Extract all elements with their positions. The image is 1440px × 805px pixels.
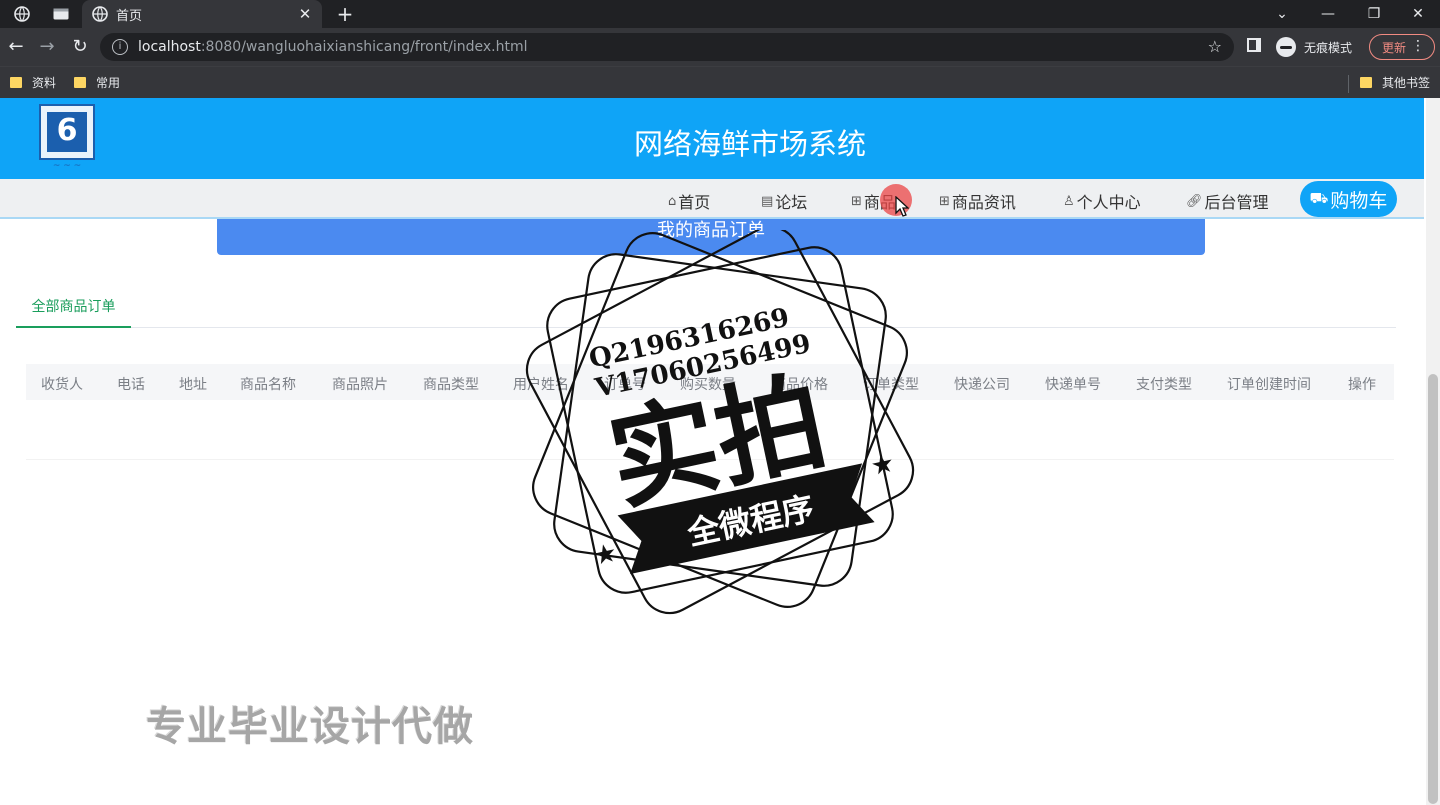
site-title: 网络海鲜市场系统: [633, 127, 866, 161]
browser-toolbar: ← → ↻ i localhost:8080/wangluohaixianshi…: [0, 28, 1440, 66]
bookmark-folder-ziliao[interactable]: 资料: [10, 74, 56, 91]
column-header: 商品照片: [332, 377, 388, 393]
folder-icon: [74, 77, 86, 88]
column-header: 操作: [1348, 377, 1376, 393]
tab-close-icon[interactable]: ✕: [296, 5, 314, 23]
nav-label: 论坛: [775, 193, 808, 212]
tab-all-orders[interactable]: 全部商品订单: [16, 294, 131, 328]
folder-icon: [10, 77, 22, 88]
window-close-icon[interactable]: ✕: [1396, 0, 1440, 28]
watermark-stamp: Q2196316269 V17060256499 实拍 全微程序 ★ ★: [525, 230, 915, 615]
site-header: 6 ~ ~ ~ 网络海鲜市场系统: [0, 98, 1424, 179]
document-icon: ▤: [761, 193, 774, 209]
column-header: 快递单号: [1045, 377, 1101, 393]
update-button[interactable]: 更新 ⋮: [1369, 34, 1435, 60]
update-label: 更新: [1382, 40, 1407, 55]
bookmark-label: 常用: [96, 76, 121, 90]
nav-item-admin[interactable]: 🔗︎ 后台管理: [1186, 189, 1269, 213]
browser-tab-active[interactable]: 首页 ✕: [82, 0, 322, 28]
nav-label: 商品资讯: [951, 193, 1016, 212]
nav-item-forum[interactable]: ▤ 论坛: [761, 189, 807, 213]
column-header: 订单创建时间: [1227, 377, 1311, 393]
side-panel-icon[interactable]: [1247, 38, 1261, 52]
tab-search-icon[interactable]: [48, 3, 74, 25]
link-icon: 🔗︎: [1186, 193, 1203, 209]
nav-item-profile[interactable]: ♙ 个人中心: [1063, 189, 1141, 213]
grid-icon: ⊞: [939, 193, 950, 209]
forward-arrow-icon[interactable]: →: [36, 36, 58, 58]
incognito-indicator[interactable]: 无痕模式: [1276, 37, 1352, 57]
page-scrollbar[interactable]: [1426, 98, 1440, 805]
gift-icon: ⊞: [851, 193, 862, 209]
address-bar[interactable]: i localhost:8080/wangluohaixianshicang/f…: [100, 33, 1234, 61]
url-path: :8080/wangluohaixianshicang/front/index.…: [200, 39, 528, 55]
minimize-icon[interactable]: —: [1306, 0, 1350, 28]
browser-tab-strip: 首页 ✕ + ⌄ — ❐ ✕: [0, 0, 1440, 28]
nav-label: 个人中心: [1076, 193, 1141, 212]
nav-item-news[interactable]: ⊞ 商品资讯: [939, 189, 1016, 213]
column-header: 电话: [117, 377, 145, 393]
site-info-icon[interactable]: i: [112, 39, 128, 55]
column-header: 地址: [179, 377, 207, 393]
back-arrow-icon[interactable]: ←: [5, 36, 27, 58]
column-header: 支付类型: [1136, 377, 1192, 393]
reload-icon[interactable]: ↻: [69, 36, 91, 58]
home-icon: ⌂: [668, 193, 677, 209]
bookmark-label: 资料: [32, 76, 57, 90]
nav-item-home[interactable]: ⌂ 首页: [668, 189, 710, 213]
tab-list-chevron-icon[interactable]: ⌄: [1260, 0, 1304, 28]
column-header: 收货人: [41, 377, 83, 393]
cart-label: 购物车: [1330, 189, 1388, 212]
bookmark-folder-other[interactable]: 其他书签: [1360, 74, 1430, 91]
bookmarks-divider: [1348, 75, 1349, 93]
incognito-icon: [1276, 37, 1296, 57]
column-header: 商品类型: [423, 377, 479, 393]
url-host: localhost: [138, 39, 201, 55]
incognito-label: 无痕模式: [1304, 40, 1353, 55]
new-tab-button[interactable]: +: [334, 2, 356, 26]
bookmark-label: 其他书签: [1382, 76, 1431, 90]
menu-dots-icon[interactable]: ⋮: [1411, 38, 1425, 54]
watermark-bottom-text: 专业毕业设计代做: [146, 704, 474, 750]
tab-title: 首页: [116, 8, 143, 24]
column-header: 快递公司: [954, 377, 1010, 393]
star-icon: ★: [868, 448, 897, 482]
restore-icon[interactable]: ❐: [1352, 0, 1396, 28]
nav-label: 首页: [678, 193, 711, 212]
nav-label: 后台管理: [1204, 193, 1269, 212]
folder-icon: [1360, 77, 1372, 88]
bookmark-folder-changyong[interactable]: 常用: [74, 74, 120, 91]
mouse-cursor-icon: [895, 196, 909, 217]
cart-icon: ⛟: [1309, 189, 1329, 207]
browser-globe-icon[interactable]: [9, 3, 35, 25]
column-header: 商品名称: [240, 377, 296, 393]
user-icon: ♙: [1063, 193, 1075, 209]
bookmarks-bar: 资料 常用 其他书签: [0, 66, 1440, 98]
bookmark-star-icon[interactable]: ☆: [1208, 37, 1222, 56]
cart-button[interactable]: ⛟ 购物车: [1300, 181, 1397, 217]
main-navbar: ⌂ 首页 ▤ 论坛 ⊞ 商品 ⊞ 商品资讯 ♙ 个人中心 🔗︎ 后台管理 ⛟ 购…: [0, 179, 1424, 219]
scrollbar-thumb[interactable]: [1428, 374, 1438, 804]
tab-favicon-globe-icon: [92, 6, 108, 22]
